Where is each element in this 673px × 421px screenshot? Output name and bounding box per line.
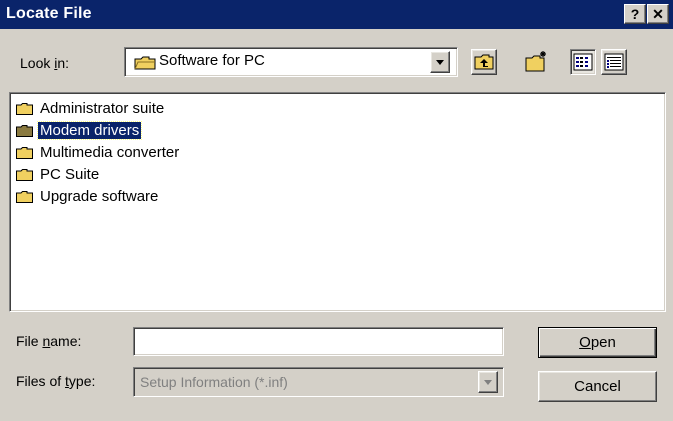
folder-icon bbox=[16, 169, 33, 181]
file-name-label: File name: bbox=[16, 333, 82, 349]
details-view-icon bbox=[604, 53, 624, 71]
file-name-input[interactable] bbox=[133, 327, 504, 356]
details-view-button[interactable] bbox=[601, 49, 627, 75]
file-name: Multimedia converter bbox=[40, 144, 180, 161]
dialog-title: Locate File bbox=[6, 5, 92, 22]
file-type-combobox[interactable]: Setup Information (*.inf) bbox=[133, 367, 504, 397]
help-button[interactable]: ? bbox=[624, 4, 646, 24]
list-view-button[interactable] bbox=[570, 49, 596, 75]
folder-icon bbox=[134, 56, 156, 70]
folder-icon bbox=[16, 191, 33, 203]
file-name: Modem drivers bbox=[36, 121, 143, 140]
look-in-label: Look in: bbox=[20, 55, 70, 71]
file-name: Upgrade software bbox=[40, 188, 159, 205]
new-folder-icon bbox=[525, 51, 546, 72]
new-folder-button[interactable] bbox=[524, 49, 550, 75]
locate-file-dialog: Locate File ? ✕ Look in: Software for PC bbox=[0, 0, 673, 421]
title-bar[interactable]: Locate File ? ✕ bbox=[0, 0, 673, 29]
folder-icon bbox=[16, 125, 33, 137]
list-view-icon bbox=[573, 53, 593, 71]
folder-icon bbox=[16, 103, 33, 115]
folder-icon bbox=[16, 147, 33, 159]
file-type-value: Setup Information (*.inf) bbox=[140, 374, 288, 390]
up-one-level-button[interactable] bbox=[471, 49, 497, 75]
file-name: PC Suite bbox=[40, 166, 100, 183]
up-one-level-icon bbox=[474, 54, 494, 70]
look-in-combobox[interactable]: Software for PC bbox=[124, 47, 458, 77]
look-in-dropdown-button[interactable] bbox=[430, 51, 450, 73]
open-button[interactable]: Open bbox=[538, 327, 657, 358]
cancel-button[interactable]: Cancel bbox=[538, 371, 657, 402]
file-type-label: Files of type: bbox=[16, 373, 96, 389]
file-name: Administrator suite bbox=[40, 100, 165, 117]
file-type-dropdown-button[interactable] bbox=[478, 371, 498, 393]
look-in-value: Software for PC bbox=[159, 52, 265, 69]
close-button[interactable]: ✕ bbox=[647, 4, 669, 24]
file-list[interactable]: Administrator suite Modem drivers Multim… bbox=[9, 92, 666, 312]
